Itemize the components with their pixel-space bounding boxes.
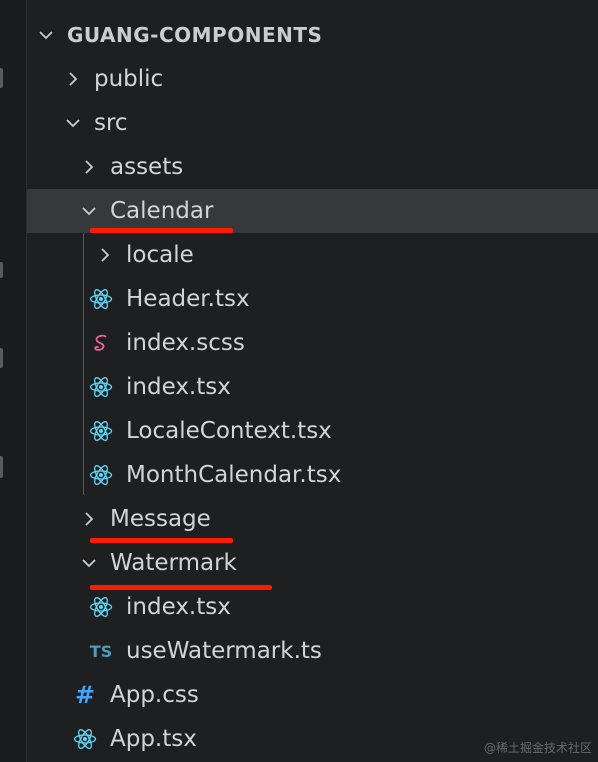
annotation-underline-message: [90, 538, 233, 543]
chevron-right-icon: [78, 508, 100, 530]
tree-file-index-tsx[interactable]: index.tsx: [27, 365, 598, 409]
tree-file-app-css[interactable]: # App.css: [27, 673, 598, 717]
tree-folder-watermark[interactable]: Watermark: [27, 541, 598, 585]
tree-item-label: Watermark: [110, 550, 237, 576]
activity-bar-marker: [0, 348, 3, 368]
css-hash-icon: #: [74, 681, 96, 709]
tree-file-header-tsx[interactable]: Header.tsx: [27, 277, 598, 321]
activity-bar: [0, 0, 27, 762]
tree-file-index-scss[interactable]: index.scss: [27, 321, 598, 365]
typescript-icon: TS: [89, 641, 113, 661]
file-explorer: GUANG-COMPONENTS public src assets Calen…: [27, 0, 598, 762]
tree-item-label: src: [94, 110, 128, 136]
annotation-underline-watermark: [90, 585, 272, 590]
tree-item-label: assets: [110, 154, 184, 180]
activity-bar-marker: [0, 456, 3, 478]
chevron-down-icon: [35, 24, 57, 46]
activity-bar-marker: [0, 68, 3, 88]
react-icon: [88, 418, 114, 444]
react-icon: [88, 462, 114, 488]
tree-item-label: LocaleContext.tsx: [126, 418, 332, 444]
sass-icon: [88, 330, 114, 356]
tree-folder-src[interactable]: src: [27, 101, 598, 145]
explorer-root[interactable]: GUANG-COMPONENTS: [27, 13, 598, 57]
tree-item-label: useWatermark.ts: [126, 638, 322, 664]
tree-file-localecontext-tsx[interactable]: LocaleContext.tsx: [27, 409, 598, 453]
chevron-right-icon: [94, 244, 116, 266]
tree-folder-calendar[interactable]: Calendar: [27, 189, 598, 233]
tree-item-label: public: [94, 66, 164, 92]
tree-item-label: Message: [110, 506, 211, 532]
tree-folder-public[interactable]: public: [27, 57, 598, 101]
react-icon: [88, 286, 114, 312]
tree-file-usewatermark-ts[interactable]: TS useWatermark.ts: [27, 629, 598, 673]
chevron-down-icon: [78, 200, 100, 222]
tree-folder-assets[interactable]: assets: [27, 145, 598, 189]
annotation-underline-calendar: [90, 228, 233, 233]
chevron-down-icon: [78, 552, 100, 574]
tree-item-label: index.scss: [126, 330, 245, 356]
tree-file-monthcalendar-tsx[interactable]: MonthCalendar.tsx: [27, 453, 598, 497]
tree-item-label: App.css: [110, 682, 199, 708]
react-icon: [88, 594, 114, 620]
chevron-down-icon: [62, 112, 84, 134]
tree-item-label: locale: [126, 242, 194, 268]
tree-item-label: index.tsx: [126, 374, 231, 400]
chevron-right-icon: [62, 68, 84, 90]
chevron-right-icon: [78, 156, 100, 178]
tree-folder-locale[interactable]: locale: [27, 233, 598, 277]
tree-item-label: Calendar: [110, 198, 214, 224]
activity-bar-marker: [0, 262, 3, 278]
site-watermark: @稀土掘金技术社区: [483, 741, 592, 755]
tree-item-label: MonthCalendar.tsx: [126, 462, 342, 488]
tree-item-label: Header.tsx: [126, 286, 250, 312]
tree-item-label: App.tsx: [110, 726, 197, 752]
tree-folder-message[interactable]: Message: [27, 497, 598, 541]
explorer-root-label: GUANG-COMPONENTS: [67, 23, 323, 47]
react-icon: [72, 726, 98, 752]
tree-item-label: index.tsx: [126, 594, 231, 620]
tree-file-index-tsx[interactable]: index.tsx: [27, 585, 598, 629]
react-icon: [88, 374, 114, 400]
